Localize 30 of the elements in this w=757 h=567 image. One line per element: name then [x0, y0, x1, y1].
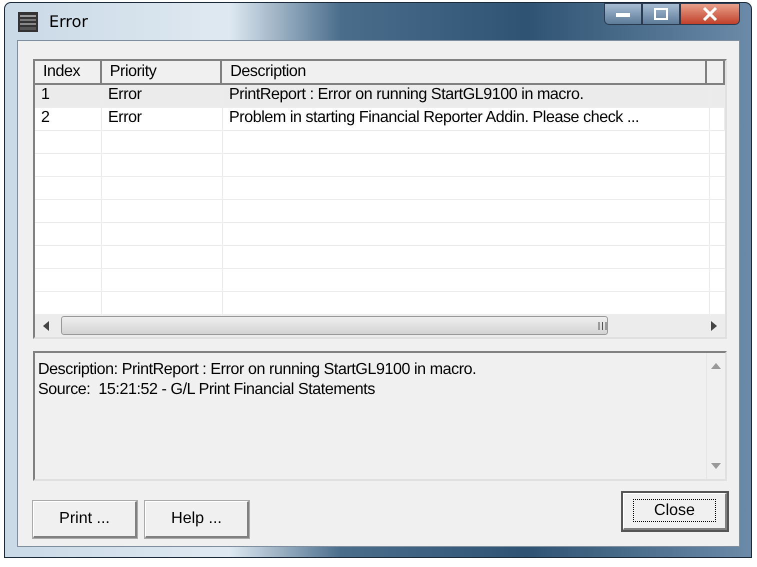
- scroll-left-icon[interactable]: [43, 320, 49, 330]
- close-window-button[interactable]: [680, 3, 740, 25]
- column-header[interactable]: Index: [35, 61, 102, 85]
- table-cell: 1: [35, 85, 102, 108]
- horizontal-scrollbar[interactable]: [35, 314, 725, 337]
- scroll-right-icon[interactable]: [711, 320, 717, 330]
- column-header[interactable]: [707, 61, 725, 85]
- dialog-button[interactable]: Print ...: [33, 501, 137, 538]
- grip-icon: [598, 322, 607, 330]
- maximize-button[interactable]: [642, 3, 680, 25]
- table-cell: Error: [102, 85, 223, 108]
- detail-line: Description: PrintReport : Error on running StartGL9100 in macro.: [38, 360, 478, 380]
- table-row[interactable]: 1 Error PrintReport : Error on running StartGL9100 in macro.: [35, 85, 725, 108]
- dialog-button[interactable]: Close: [623, 493, 727, 530]
- table-cell: 2: [35, 108, 102, 131]
- dialog-button[interactable]: Help ...: [145, 501, 249, 538]
- column-header[interactable]: Priority: [102, 61, 222, 85]
- scroll-thumb[interactable]: [61, 316, 608, 335]
- maximize-icon: [654, 8, 668, 20]
- app-icon: [17, 10, 39, 32]
- table-cell: Error: [102, 108, 223, 131]
- detail-line: Source: 15:21:52 - G/L Print Financial Statements: [38, 380, 376, 400]
- table-row[interactable]: 2 Error Problem in starting Financial Reporter Addin. Please check ...: [35, 108, 725, 131]
- window-title: Error: [49, 12, 88, 31]
- column-header[interactable]: Description: [222, 61, 707, 85]
- table-cell: Problem in starting Financial Reporter Addin. Please check ...: [223, 108, 710, 131]
- table-cell: PrintReport : Error on running StartGL9100 in macro.: [223, 85, 710, 108]
- close-icon: [702, 7, 718, 21]
- minimize-button[interactable]: [604, 3, 642, 25]
- minimize-icon: [616, 11, 630, 17]
